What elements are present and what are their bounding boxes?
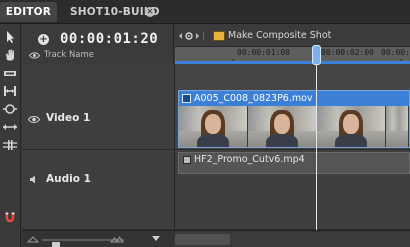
tab-shot10-build[interactable]: SHOT10-BUILD ✕ — [60, 2, 162, 22]
speaker-icon[interactable] — [29, 175, 38, 184]
audio-clip-name: HF2_Promo_Cutv6.mp4 — [194, 154, 305, 165]
ripple-icon[interactable] — [2, 120, 18, 134]
ruler-label: 00:00: — [381, 48, 410, 57]
track-lane-video-1[interactable]: A005_C008_0823P6.mov — [175, 64, 410, 150]
thumbnail — [386, 106, 409, 147]
menu-arrow-icon[interactable] — [152, 236, 160, 242]
thumbnail — [248, 106, 317, 147]
thumbnail — [317, 106, 386, 147]
tab-bar: EDITOR SHOT10-BUILD ✕ — [0, 0, 410, 24]
zoom-out-icon[interactable] — [27, 235, 39, 243]
eye-icon[interactable] — [29, 52, 40, 59]
video-clip-icon — [182, 94, 191, 103]
scrollbar-thumb[interactable] — [175, 234, 230, 245]
timecode-display[interactable]: 00:00:01:20 — [60, 31, 158, 47]
track-lane-audio-1[interactable]: HF2_Promo_Cutv6.mp4 — [175, 150, 410, 230]
track-header-audio-1[interactable]: Audio 1 — [22, 150, 175, 230]
track-name-header: Track Name — [44, 50, 95, 60]
track-label-video-1: Video 1 — [46, 112, 91, 124]
cursor-icon[interactable] — [2, 30, 18, 44]
tool-palette — [0, 24, 21, 247]
slide-icon[interactable] — [2, 102, 18, 116]
close-icon[interactable]: ✕ — [145, 7, 155, 17]
timeline-footer — [22, 230, 410, 247]
razor-icon[interactable] — [2, 66, 18, 80]
composite-label: Make Composite Shot — [228, 30, 332, 41]
zoom-slider-knob[interactable] — [52, 242, 60, 247]
magnet-icon[interactable] — [2, 210, 18, 226]
timeline-header: Make Composite Shot 00:00:01:00 00:00:02… — [175, 24, 410, 64]
playhead-handle[interactable] — [312, 45, 321, 65]
horizontal-scrollbar[interactable] — [175, 232, 410, 247]
track-header-top: + 00:00:01:20 Track Name — [22, 24, 174, 64]
clip-thumbnails — [179, 106, 409, 147]
composite-shot-icon — [213, 31, 225, 41]
playhead-line — [316, 46, 317, 247]
zoom-in-icon[interactable] — [110, 235, 124, 243]
slip-icon[interactable] — [2, 84, 18, 98]
add-icon[interactable]: + — [38, 34, 49, 45]
make-composite-shot-button[interactable]: Make Composite Shot — [213, 28, 331, 44]
audio-clip[interactable]: HF2_Promo_Cutv6.mp4 — [178, 152, 410, 174]
video-clip[interactable]: A005_C008_0823P6.mov — [178, 90, 410, 148]
roll-icon[interactable] — [2, 138, 18, 152]
track-label-audio-1: Audio 1 — [46, 173, 91, 185]
video-clip-header: A005_C008_0823P6.mov — [179, 91, 409, 106]
gear-icon[interactable] — [177, 30, 209, 42]
ruler-label: 00:00:01:00 — [237, 48, 290, 57]
thumbnail — [179, 106, 248, 147]
timeline-ruler[interactable]: 00:00:01:00 00:00:02:00 00:00: — [175, 46, 410, 64]
ruler-label: 00:00:02:00 — [321, 48, 374, 57]
eye-icon[interactable] — [28, 115, 40, 124]
video-clip-name: A005_C008_0823P6.mov — [194, 93, 313, 104]
hand-icon[interactable] — [2, 48, 18, 62]
tab-editor[interactable]: EDITOR — [0, 2, 57, 22]
track-header-video-1[interactable]: Video 1 — [22, 64, 175, 150]
